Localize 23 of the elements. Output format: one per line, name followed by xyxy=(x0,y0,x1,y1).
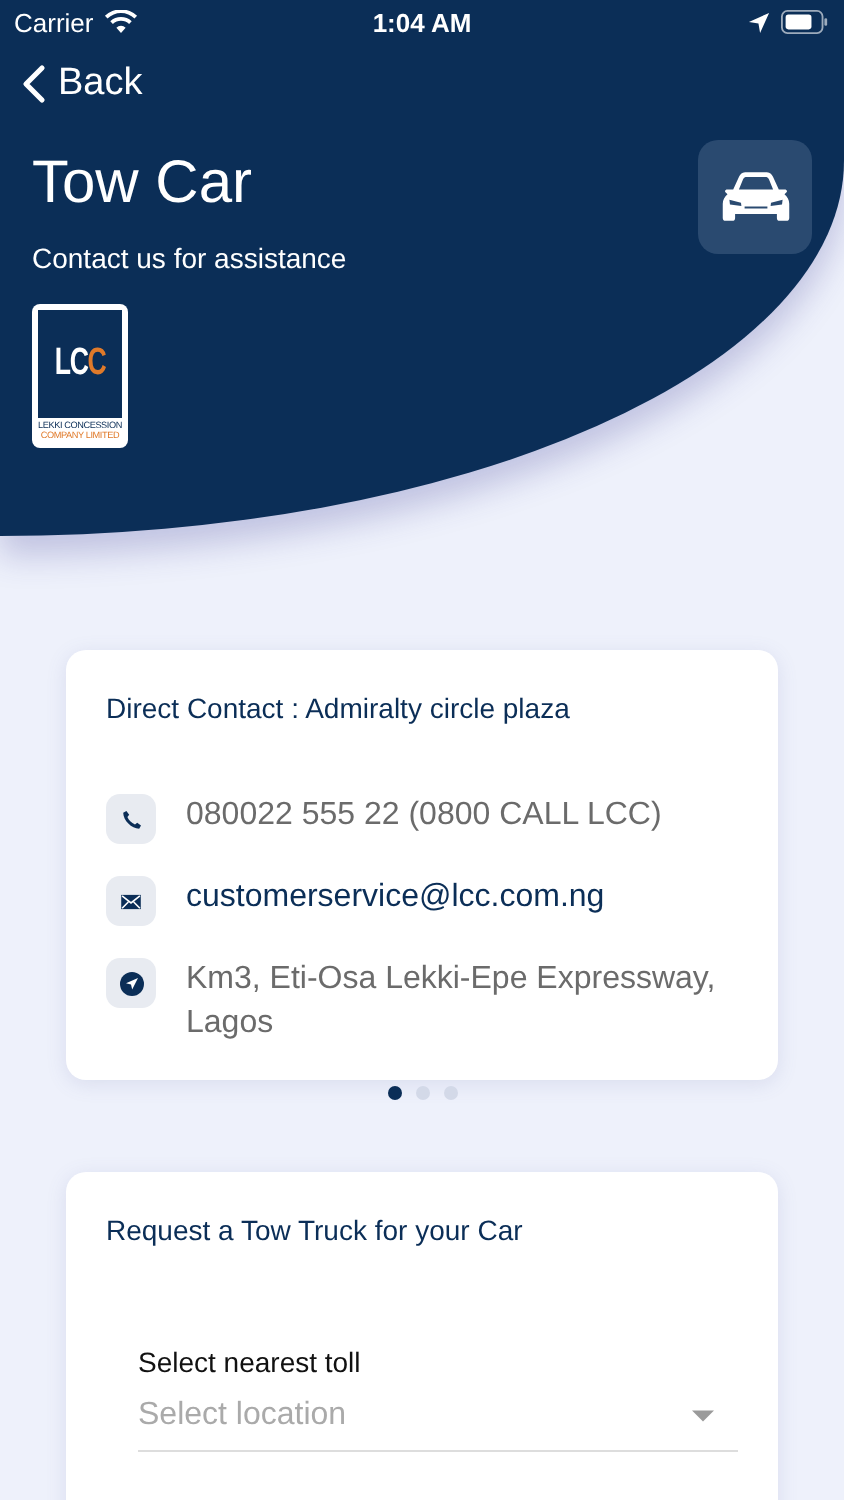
carrier-label: Carrier xyxy=(14,7,94,37)
phone-number: 080022 555 22 (0800 CALL LCC) xyxy=(186,796,662,836)
email-link[interactable]: customerservice@lcc.com.ng xyxy=(186,876,605,920)
field-label: Select nearest toll xyxy=(138,1346,363,1378)
address-text: Km3, Eti-Osa Lekki-Epe Expressway, Lagos xyxy=(186,960,718,1044)
wifi-icon xyxy=(103,10,138,34)
clock-time: 1:04 AM xyxy=(372,7,472,37)
car-icon xyxy=(717,170,793,224)
phone-icon xyxy=(106,794,156,844)
page-title: Tow Car xyxy=(32,150,255,218)
battery-icon xyxy=(780,10,830,34)
navigation-arrow-icon xyxy=(106,958,156,1008)
location-arrow-icon xyxy=(748,11,770,33)
envelope-icon xyxy=(106,876,156,926)
caret-icon xyxy=(692,1410,714,1422)
page-dot[interactable] xyxy=(415,1086,429,1100)
card-title: Direct Contact : Admiralty circle plaza xyxy=(106,692,572,724)
chevron-left-icon xyxy=(22,64,46,104)
page-subtitle: Contact us for assistance xyxy=(32,242,347,274)
back-button[interactable]: Back xyxy=(22,62,143,106)
card-title: Request a Tow Truck for your Car xyxy=(106,1214,525,1246)
page-dot[interactable] xyxy=(387,1086,401,1100)
page-dot[interactable] xyxy=(443,1086,457,1100)
